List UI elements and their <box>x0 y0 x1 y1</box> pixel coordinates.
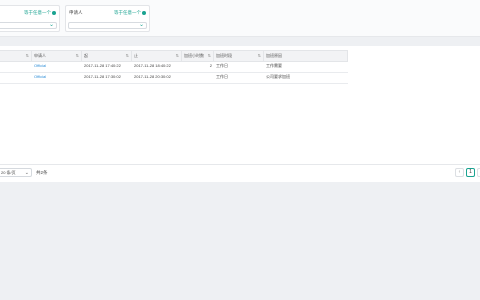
pagination-bar: 20 条/页 ⌄ 共2条 ‹ 1 › <box>0 164 480 181</box>
filter-value-select[interactable]: ⌄ <box>68 22 147 29</box>
sort-icon[interactable]: ⇅ <box>176 51 179 61</box>
reason-cell: 工作需要 <box>266 63 282 68</box>
column-header-hours[interactable]: 加班小时数 ⇅ <box>182 51 214 61</box>
filter-value-select[interactable]: ⌄ <box>0 22 57 29</box>
sort-icon[interactable]: ⇅ <box>126 51 129 61</box>
column-header[interactable]: ⇅ <box>0 51 32 61</box>
total-count: 共2条 <box>36 170 48 175</box>
data-grid: ⇅ 申请人 ⇅ 起 ⇅ 止 ⇅ 加班小时数 ⇅ 加班时段 ⇅ 加班原因 Official … <box>0 46 480 182</box>
chevron-down-icon: ⌄ <box>138 22 144 28</box>
filter-label: 申请人 <box>69 10 83 15</box>
end-time-cell: 2017-11-28 20:30:02 <box>134 74 171 79</box>
table-row[interactable]: Official 2017-11-28 17:30:02 2017-11-28 … <box>0 72 348 84</box>
current-page-button[interactable]: 1 <box>466 168 475 177</box>
column-header-reason[interactable]: 加班原因 <box>264 51 348 61</box>
cell <box>0 72 32 82</box>
chevron-down-icon: ⌄ <box>48 22 54 28</box>
column-header-applicant[interactable]: 申请人 ⇅ <box>32 51 82 61</box>
reason-cell: 公司要求加班 <box>266 74 290 79</box>
filter-card-applicant[interactable]: 申请人 等于任意一个 ⌄ <box>65 5 150 32</box>
sort-icon[interactable]: ⇅ <box>26 51 29 61</box>
start-time-cell: 2017-11-28 17:30:02 <box>84 74 121 79</box>
filter-bar: 等于任意一个 ⌄ 申请人 等于任意一个 ⌄ <box>0 0 480 37</box>
chevron-left-icon[interactable]: ‹ <box>455 168 464 177</box>
filter-card-first[interactable]: 等于任意一个 ⌄ <box>0 5 60 32</box>
sort-icon[interactable]: ⇅ <box>258 51 261 61</box>
cell <box>0 61 32 71</box>
page-size-value: 20 条/页 <box>1 170 16 175</box>
start-time-cell: 2017-11-28 17:40:22 <box>84 63 121 68</box>
hours-cell: 2 <box>209 63 212 68</box>
filter-operator[interactable]: 等于任意一个 <box>114 10 141 16</box>
sort-icon[interactable]: ⇅ <box>76 51 79 61</box>
filter-toggle-icon[interactable] <box>52 10 56 15</box>
hours-cell <box>182 72 214 82</box>
column-header-start[interactable]: 起 ⇅ <box>82 51 132 61</box>
chevron-down-icon: ⌄ <box>24 170 29 176</box>
sort-icon[interactable]: ⇅ <box>208 51 211 61</box>
applicant-link[interactable]: Official <box>32 61 82 71</box>
column-header-end[interactable]: 止 ⇅ <box>132 51 182 61</box>
filter-operator[interactable]: 等于任意一个 <box>24 10 51 16</box>
period-cell: 工作日 <box>216 63 228 68</box>
page-size-select[interactable]: 20 条/页 ⌄ <box>0 168 32 177</box>
column-header-period[interactable]: 加班时段 ⇅ <box>214 51 264 61</box>
filter-toggle-icon[interactable] <box>142 10 146 15</box>
end-time-cell: 2017-11-28 18:40:22 <box>134 63 171 68</box>
period-cell: 工作日 <box>216 74 228 79</box>
applicant-link[interactable]: Official <box>32 72 82 82</box>
